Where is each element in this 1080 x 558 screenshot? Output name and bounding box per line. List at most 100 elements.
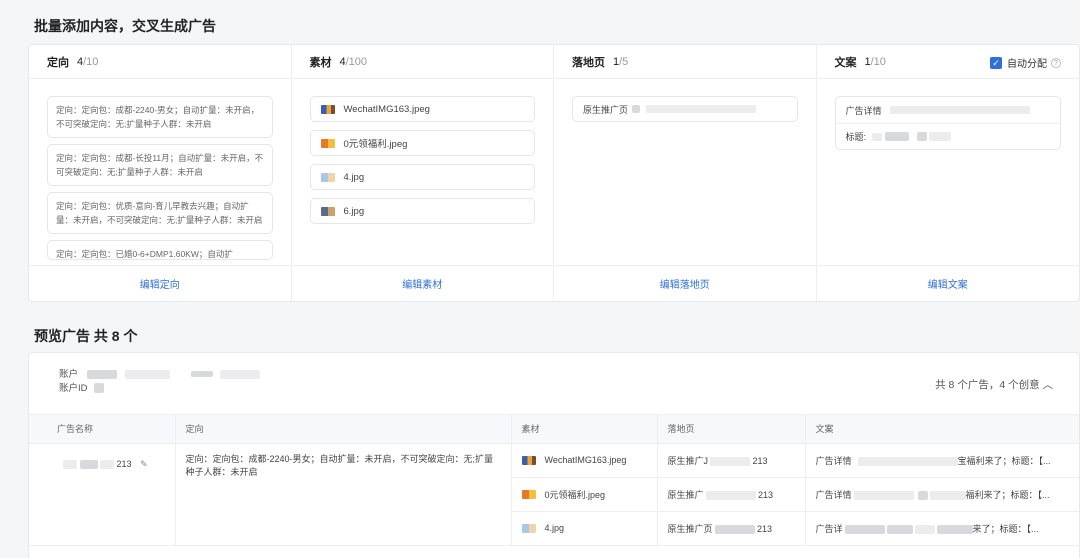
image-thumbnail-icon xyxy=(521,455,536,465)
material-column: 素材 4/100 WechatIMG163.jpeg 0元领福利.jpeg 4.… xyxy=(291,45,554,301)
ad-name-cell: 213 ✎ xyxy=(29,443,176,546)
table-row: 213 ✎ 定向：定向包：成都-2240-男女；自动扩量：未开启，不可突破定向：… xyxy=(29,443,1079,546)
material-cell: WechatIMG163.jpeg xyxy=(511,443,658,478)
targeting-card[interactable]: 定向：定向包：已婚0-6+DMP1.60KW；自动扩 xyxy=(47,240,273,260)
redacted-text xyxy=(632,105,641,113)
landing-title: 落地页 xyxy=(572,56,605,69)
help-icon[interactable]: ? xyxy=(1051,57,1061,68)
redacted-text xyxy=(94,383,105,394)
landing-column: 落地页 1/5 原生推广页 编辑落地页 xyxy=(554,45,817,301)
redacted-text xyxy=(889,106,1030,114)
redacted-text xyxy=(885,132,910,141)
redacted-text xyxy=(86,369,117,379)
targeting-card[interactable]: 定向：定向包：优质-意向-育儿早教去兴趣；自动扩量：未开启，不可突破定向：无;扩… xyxy=(47,192,273,234)
redacted-text xyxy=(886,524,913,534)
copy-card[interactable]: 广告详情 标题: xyxy=(834,96,1061,150)
redacted-text xyxy=(100,459,115,469)
redacted-text xyxy=(710,456,751,466)
checkbox-checked-icon[interactable]: ✓ xyxy=(990,56,1002,69)
preview-summary-toggle[interactable]: 共 8 个广告，4 个创意 ︿ xyxy=(935,377,1053,392)
column-header: 广告名称 xyxy=(29,415,176,444)
targeting-cell: 定向：定向包：成都-2240-男女；自动扩量：未开启，不可突破定向：无;扩量种子… xyxy=(175,443,512,546)
redacted-text xyxy=(857,456,958,466)
redacted-text xyxy=(190,371,213,378)
targeting-header: 定向 4/10 xyxy=(29,45,291,79)
redacted-text xyxy=(844,524,885,534)
redacted-text xyxy=(872,132,883,141)
copy-column: 文案 1/10 ✓ 自动分配 ? 广告详情 标题: 编辑文案 xyxy=(816,45,1080,301)
copy-header: 文案 1/10 ✓ 自动分配 ? xyxy=(816,45,1079,79)
batch-section-title: 批量添加内容，交叉生成广告 xyxy=(34,18,216,34)
targeting-card[interactable]: 定向：定向包：成都-长投11月；自动扩量：未开启，不可突破定向：无;扩量种子人群… xyxy=(47,144,273,186)
image-thumbnail-icon xyxy=(320,206,335,216)
landing-header: 落地页 1/5 xyxy=(554,45,816,79)
copy-detail-row: 广告详情 xyxy=(836,97,1061,123)
auto-assign-toggle[interactable]: ✓ 自动分配 ? xyxy=(990,55,1061,70)
targeting-list: 定向：定向包：成都-2240-男女；自动扩量：未开启，不可突破定向：无;扩量种子… xyxy=(29,79,291,267)
targeting-count: 4/10 xyxy=(77,55,99,68)
material-cell: 0元领福利.jpeg xyxy=(511,477,658,512)
image-thumbnail-icon xyxy=(320,172,335,182)
column-header: 落地页 xyxy=(657,415,806,444)
material-card[interactable]: 0元领福利.jpeg xyxy=(309,130,535,156)
copy-title: 文案 xyxy=(834,56,857,69)
preview-section-title: 预览广告 共 8 个 xyxy=(34,328,138,344)
targeting-title: 定向 xyxy=(47,56,69,69)
material-card[interactable]: 4.jpg xyxy=(309,164,535,190)
account-info: 账户 账户ID 共 8 个广告，4 个创意 ︿ xyxy=(29,353,1079,415)
batch-panel: 定向 4/10 定向：定向包：成都-2240-男女；自动扩量：未开启，不可突破定… xyxy=(28,44,1080,302)
image-thumbnail-icon xyxy=(320,104,335,114)
image-thumbnail-icon xyxy=(521,523,536,533)
copy-count: 1/10 xyxy=(864,55,886,68)
edit-copy-button[interactable]: 编辑文案 xyxy=(816,265,1079,301)
material-cell: 4.jpg xyxy=(511,511,658,546)
landing-list: 原生推广页 xyxy=(554,79,816,267)
edit-material-button[interactable]: 编辑素材 xyxy=(291,265,553,301)
chevron-up-icon: ︿ xyxy=(1042,379,1054,391)
account-id-label: 账户ID xyxy=(59,382,260,396)
material-card[interactable]: 6.jpg xyxy=(309,198,535,224)
image-thumbnail-icon xyxy=(521,489,536,499)
redacted-text xyxy=(714,524,755,534)
material-count: 4/100 xyxy=(339,55,368,68)
preview-panel: 账户 账户ID 共 8 个广告，4 个创意 ︿ 广告名称 定向 素材 落地页 文… xyxy=(28,352,1080,558)
copy-headline-row: 标题: xyxy=(835,123,1060,149)
edit-pencil-icon[interactable]: ✎ xyxy=(140,459,148,469)
redacted-text xyxy=(646,105,757,113)
landing-cell: 原生推广 213 xyxy=(657,477,806,512)
redacted-text xyxy=(63,459,77,469)
targeting-column: 定向 4/10 定向：定向包：成都-2240-男女；自动扩量：未开启，不可突破定… xyxy=(29,45,292,301)
landing-card[interactable]: 原生推广页 xyxy=(572,96,798,122)
redacted-text xyxy=(219,369,260,379)
account-label: 账户 xyxy=(59,368,260,382)
copy-list: 广告详情 标题: xyxy=(817,79,1080,267)
redacted-text xyxy=(914,524,935,534)
redacted-text xyxy=(853,490,914,500)
preview-table: 广告名称 定向 素材 落地页 文案 213 ✎ 定向：定向包：成都-2240-男… xyxy=(29,415,1079,546)
landing-cell: 原生推广页 213 xyxy=(657,511,806,546)
redacted-text xyxy=(125,369,171,379)
targeting-card[interactable]: 定向：定向包：成都-2240-男女；自动扩量：未开启，不可突破定向：无;扩量种子… xyxy=(47,96,273,138)
redacted-text xyxy=(79,459,98,469)
column-header: 文案 xyxy=(805,415,1079,444)
redacted-text xyxy=(929,490,966,500)
redacted-text xyxy=(917,132,928,141)
column-header: 素材 xyxy=(511,415,658,444)
copy-cell: 广告详情 福利来了；标题：【... xyxy=(805,477,1079,512)
material-card[interactable]: WechatIMG163.jpeg xyxy=(309,96,535,122)
edit-targeting-button[interactable]: 编辑定向 xyxy=(29,265,291,301)
copy-cell: 广告详 来了；标题：【... xyxy=(805,511,1079,546)
landing-count: 1/5 xyxy=(613,55,629,68)
redacted-text xyxy=(936,524,973,534)
image-thumbnail-icon xyxy=(320,138,335,148)
table-header-row: 广告名称 定向 素材 落地页 文案 xyxy=(29,415,1079,444)
column-header: 定向 xyxy=(175,415,512,444)
redacted-text xyxy=(917,490,928,500)
copy-cell: 广告详情 宝福利来了；标题：【... xyxy=(805,443,1079,478)
edit-landing-button[interactable]: 编辑落地页 xyxy=(554,265,816,301)
material-header: 素材 4/100 xyxy=(291,45,553,79)
redacted-text xyxy=(929,132,952,141)
redacted-text xyxy=(705,490,756,500)
landing-cell: 原生推广J 213 xyxy=(657,443,806,478)
material-list: WechatIMG163.jpeg 0元领福利.jpeg 4.jpg 6.jpg xyxy=(292,79,554,267)
